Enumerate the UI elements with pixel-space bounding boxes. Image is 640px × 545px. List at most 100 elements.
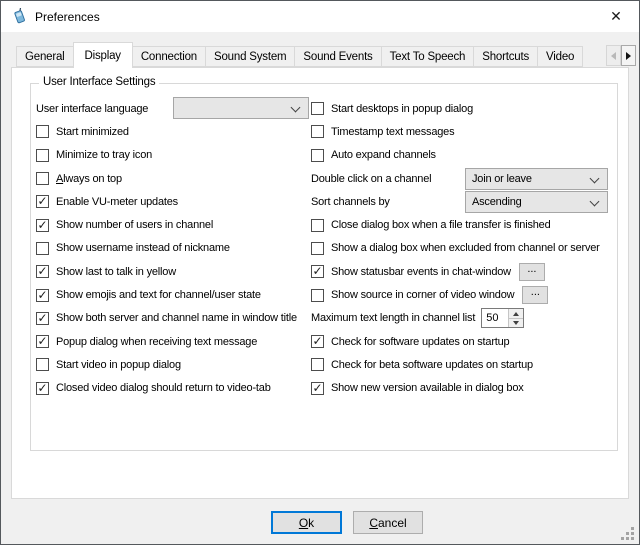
checkbox-box: ✓ — [36, 358, 49, 371]
checkbox-label: Always on top — [56, 173, 122, 185]
tab-scroll-left-button[interactable] — [606, 45, 621, 66]
checkbox-show-user-count[interactable]: ✓ Show number of users in channel — [36, 213, 316, 236]
tab-sound-system[interactable]: Sound System — [205, 46, 295, 67]
checkbox-username-instead-nickname[interactable]: ✓ Show username instead of nickname — [36, 237, 316, 260]
checkbox-box: ✓ — [36, 382, 49, 395]
checkbox-box: ✓ — [36, 312, 49, 325]
checkbox-label: Start video in popup dialog — [56, 359, 181, 371]
double-click-row: Double click on a channel Join or leave — [311, 167, 608, 190]
checkbox-start-desktops-popup[interactable]: ✓ Start desktops in popup dialog — [311, 97, 608, 120]
check-icon: ✓ — [37, 336, 47, 346]
checkbox-closed-video-return[interactable]: ✓ Closed video dialog should return to v… — [36, 377, 316, 400]
double-click-label: Double click on a channel — [311, 173, 431, 185]
tab-scroll-left-icon — [611, 52, 616, 60]
window-title: Preferences — [35, 10, 100, 24]
checkbox-video-source-corner[interactable]: ✓ Show source in corner of video window … — [311, 283, 608, 306]
sort-channels-value: Ascending — [472, 196, 522, 208]
tab-video[interactable]: Video — [537, 46, 583, 67]
checkbox-label: Show emojis and text for channel/user st… — [56, 289, 261, 301]
resize-grip[interactable] — [620, 526, 634, 540]
checkbox-label: Show statusbar events in chat-window — [331, 266, 511, 278]
check-icon: ✓ — [37, 220, 47, 230]
arrow-down-icon — [513, 321, 519, 325]
spinner-down-button[interactable] — [509, 319, 523, 328]
left-column: User interface language ✓ Start minimize… — [36, 97, 316, 400]
checkbox-statusbar-events[interactable]: ✓ Show statusbar events in chat-window .… — [311, 260, 608, 283]
checkbox-software-updates[interactable]: ✓ Check for software updates on startup — [311, 330, 608, 353]
language-combobox[interactable] — [173, 97, 309, 119]
checkbox-emojis-text-state[interactable]: ✓ Show emojis and text for channel/user … — [36, 283, 316, 306]
statusbar-events-more-button[interactable]: ... — [519, 263, 545, 281]
check-icon: ✓ — [312, 383, 322, 393]
checkbox-box: ✓ — [36, 149, 49, 162]
checkbox-popup-text-message[interactable]: ✓ Popup dialog when receiving text messa… — [36, 330, 316, 353]
checkbox-box: ✓ — [311, 125, 324, 138]
check-icon: ✓ — [312, 336, 322, 346]
checkbox-timestamp-messages[interactable]: ✓ Timestamp text messages — [311, 120, 608, 143]
tab-general[interactable]: General — [16, 46, 74, 67]
max-text-length-spinner[interactable]: 50 — [481, 308, 524, 328]
checkbox-box: ✓ — [311, 149, 324, 162]
language-row: User interface language — [36, 97, 316, 120]
check-icon: ✓ — [37, 290, 47, 300]
checkbox-label: Closed video dialog should return to vid… — [56, 382, 271, 394]
sort-channels-row: Sort channels by Ascending — [311, 190, 608, 213]
max-text-length-row: Maximum text length in channel list 50 — [311, 307, 608, 330]
check-icon: ✓ — [37, 383, 47, 393]
sort-channels-combobox[interactable]: Ascending — [465, 191, 608, 213]
cancel-button[interactable]: Cancel — [353, 511, 423, 534]
close-button[interactable]: ✕ — [593, 1, 639, 32]
checkbox-label: Show a dialog box when excluded from cha… — [331, 242, 600, 254]
checkbox-always-on-top[interactable]: ✓ Always on top — [36, 167, 316, 190]
tab-display[interactable]: Display — [73, 42, 133, 68]
checkbox-server-channel-title[interactable]: ✓ Show both server and channel name in w… — [36, 307, 316, 330]
check-icon: ✓ — [37, 313, 47, 323]
chevron-down-icon — [590, 173, 600, 183]
checkbox-box: ✓ — [36, 172, 49, 185]
chevron-down-icon — [590, 196, 600, 206]
checkbox-auto-expand-channels[interactable]: ✓ Auto expand channels — [311, 144, 608, 167]
checkbox-beta-updates[interactable]: ✓ Check for beta software updates on sta… — [311, 353, 608, 376]
tab-bar: General Display Connection Sound System … — [16, 42, 610, 68]
language-label: User interface language — [36, 103, 148, 115]
checkbox-label: Show username instead of nickname — [56, 242, 230, 254]
checkbox-label: Check for software updates on startup — [331, 336, 509, 348]
tab-connection[interactable]: Connection — [132, 46, 206, 67]
tab-text-to-speech[interactable]: Text To Speech — [381, 46, 475, 67]
checkbox-box: ✓ — [311, 358, 324, 371]
checkbox-label: Auto expand channels — [331, 149, 436, 161]
checkbox-start-minimized[interactable]: ✓ Start minimized — [36, 120, 316, 143]
tab-scroll-buttons — [606, 45, 636, 66]
ok-button[interactable]: Ok — [271, 511, 342, 534]
checkbox-box: ✓ — [36, 242, 49, 255]
checkbox-minimize-to-tray[interactable]: ✓ Minimize to tray icon — [36, 144, 316, 167]
tab-scroll-right-icon — [626, 52, 631, 60]
display-tab-page: User Interface Settings User interface l… — [11, 67, 629, 499]
checkbox-close-filetransfer[interactable]: ✓ Close dialog box when a file transfer … — [311, 213, 608, 236]
tab-sound-events[interactable]: Sound Events — [294, 46, 381, 67]
checkbox-label: Check for beta software updates on start… — [331, 359, 533, 371]
checkbox-box: ✓ — [311, 289, 324, 302]
right-column: ✓ Start desktops in popup dialog ✓ Times… — [311, 97, 608, 400]
group-title: User Interface Settings — [39, 76, 159, 88]
checkbox-box: ✓ — [311, 219, 324, 232]
video-source-more-button[interactable]: ... — [522, 286, 548, 304]
tab-shortcuts[interactable]: Shortcuts — [473, 46, 538, 67]
spinner-value: 50 — [482, 309, 508, 327]
checkbox-label: Show last to talk in yellow — [56, 266, 176, 278]
tab-scroll-right-button[interactable] — [621, 45, 636, 66]
checkbox-new-version-dialog[interactable]: ✓ Show new version available in dialog b… — [311, 377, 608, 400]
checkbox-video-popup[interactable]: ✓ Start video in popup dialog — [36, 353, 316, 376]
close-icon: ✕ — [610, 8, 622, 25]
checkbox-label: Popup dialog when receiving text message — [56, 336, 257, 348]
double-click-combobox[interactable]: Join or leave — [465, 168, 608, 190]
checkbox-vu-meter[interactable]: ✓ Enable VU-meter updates — [36, 190, 316, 213]
sort-channels-label: Sort channels by — [311, 196, 390, 208]
spinner-up-button[interactable] — [509, 309, 523, 319]
app-icon — [11, 8, 28, 25]
checkbox-last-to-talk[interactable]: ✓ Show last to talk in yellow — [36, 260, 316, 283]
checkbox-box: ✓ — [36, 265, 49, 278]
checkbox-excluded-dialog[interactable]: ✓ Show a dialog box when excluded from c… — [311, 237, 608, 260]
max-text-length-label: Maximum text length in channel list — [311, 312, 475, 324]
check-icon: ✓ — [37, 266, 47, 276]
